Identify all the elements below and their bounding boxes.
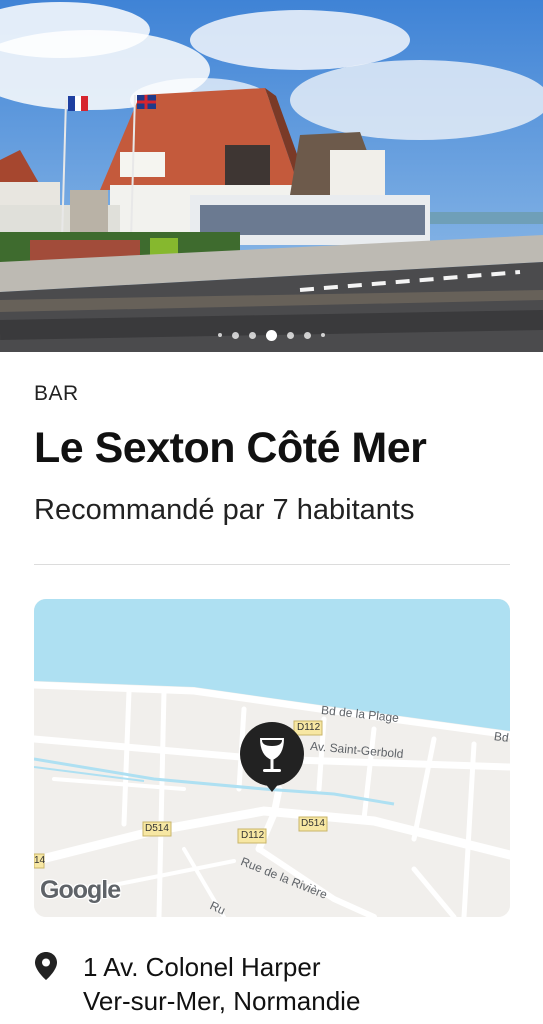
divider bbox=[34, 564, 510, 565]
map-road-shield: D514 bbox=[145, 823, 169, 834]
google-attribution: Google bbox=[40, 876, 121, 904]
recommendation-text: Recommandé par 7 habitants bbox=[34, 494, 415, 526]
place-category: BAR bbox=[34, 382, 79, 405]
hero-photo-carousel[interactable] bbox=[0, 0, 543, 352]
carousel-dot-active bbox=[266, 329, 277, 341]
carousel-dot bbox=[218, 333, 222, 337]
carousel-dot bbox=[249, 331, 256, 339]
address-line-2: Ver-sur-Mer, Normandie bbox=[83, 986, 361, 1016]
map-road-shield: 14 bbox=[34, 855, 46, 866]
location-pin-icon bbox=[35, 952, 57, 980]
carousel-dot bbox=[287, 331, 294, 339]
address-line-1: 1 Av. Colonel Harper bbox=[83, 952, 321, 982]
map-road-shield: D112 bbox=[241, 830, 265, 841]
carousel-dot bbox=[232, 331, 239, 339]
map-label-street: Bd bbox=[493, 729, 510, 745]
carousel-dot bbox=[304, 331, 311, 339]
map-road-shield: D514 bbox=[301, 818, 325, 829]
hero-photo bbox=[0, 0, 543, 352]
wine-glass-icon[interactable] bbox=[238, 722, 306, 794]
carousel-dot bbox=[321, 333, 325, 337]
place-name: Le Sexton Côté Mer bbox=[34, 424, 427, 472]
carousel-dots bbox=[0, 327, 543, 343]
